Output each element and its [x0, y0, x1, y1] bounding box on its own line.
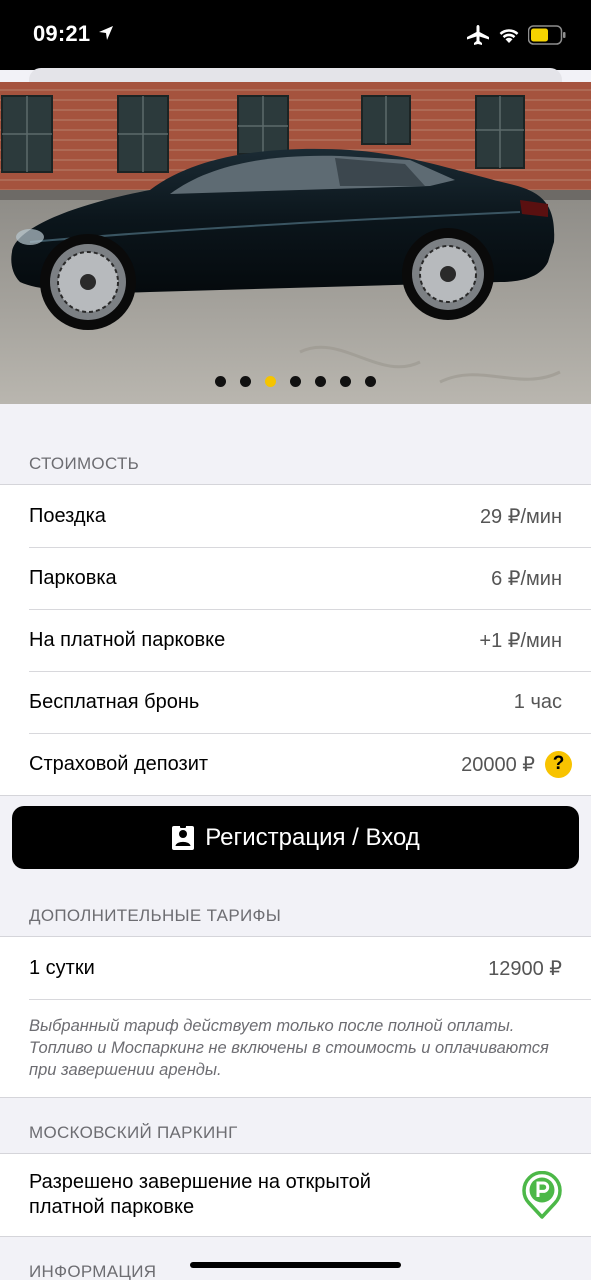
pricing-row-deposit: Страховой депозит 20000 ₽ ? — [0, 733, 591, 795]
gallery-page-indicator[interactable] — [0, 376, 591, 390]
page-dot[interactable] — [290, 376, 301, 387]
pricing-row-free-booking: Бесплатная бронь 1 час — [0, 671, 591, 733]
row-value: 29 ₽/мин — [479, 505, 562, 528]
page-dot[interactable] — [215, 376, 226, 387]
pricing-row-paid-parking: На платной парковке +1 ₽/мин — [0, 609, 591, 671]
page-dot[interactable] — [240, 376, 251, 387]
section-header-extra-tariffs: ДОПОЛНИТЕЛЬНЫЕ ТАРИФЫ — [29, 906, 282, 925]
row-value: 1 час — [513, 690, 562, 713]
airplane-icon — [467, 25, 489, 45]
section-header-pricing: СТОИМОСТЬ — [29, 454, 140, 473]
register-login-button[interactable]: Регистрация / Вход — [12, 806, 579, 869]
car-photo[interactable] — [0, 82, 591, 404]
tariff-note: Выбранный тариф действует только после п… — [29, 1017, 549, 1079]
row-value: 20000 ₽ — [461, 753, 535, 776]
moscow-parking-row: Разрешено завершение на открытой платной… — [0, 1154, 591, 1236]
tariff-row-1-day[interactable]: 1 сутки 12900 ₽ — [0, 937, 591, 999]
car-photo-image — [0, 82, 591, 404]
row-label: На платной парковке — [29, 628, 226, 651]
register-login-label: Регистрация / Вход — [205, 823, 420, 851]
page-dot[interactable] — [315, 376, 326, 387]
row-label: Бесплатная бронь — [29, 690, 200, 713]
help-icon[interactable]: ? — [545, 750, 572, 778]
status-time: 09:21 — [33, 21, 91, 46]
wifi-icon — [499, 29, 519, 43]
row-label: Страховой депозит — [29, 752, 209, 775]
pricing-list: Поездка 29 ₽/мин Парковка 6 ₽/мин На пла… — [0, 484, 591, 796]
status-bar: 09:21 — [0, 0, 591, 70]
section-header-moscow-parking: МОСКОВСКИЙ ПАРКИНГ — [29, 1123, 238, 1142]
moscow-parking-list: Разрешено завершение на открытой платной… — [0, 1153, 591, 1237]
row-value: 12900 ₽ — [488, 957, 562, 980]
extra-tariffs-list: 1 сутки 12900 ₽ Выбранный тариф действуе… — [0, 936, 591, 1098]
battery-icon — [528, 25, 566, 45]
home-indicator[interactable] — [190, 1262, 401, 1268]
row-label: 1 сутки — [29, 956, 95, 979]
moscow-parking-label: Разрешено завершение на открытой платной… — [29, 1171, 371, 1218]
location-arrow-icon — [99, 26, 113, 40]
parking-pin-icon — [522, 1171, 562, 1219]
user-badge-icon — [172, 824, 195, 850]
row-value: 6 ₽/мин — [491, 567, 562, 590]
section-header-info: ИНФОРМАЦИЯ — [29, 1262, 157, 1280]
row-value: +1 ₽/мин — [479, 629, 562, 652]
page-dot-active[interactable] — [265, 376, 276, 387]
pricing-row-trip: Поездка 29 ₽/мин — [0, 485, 591, 547]
pricing-row-parking: Парковка 6 ₽/мин — [0, 547, 591, 609]
page-dot[interactable] — [365, 376, 376, 387]
row-label: Поездка — [29, 504, 106, 527]
row-label: Парковка — [29, 566, 117, 589]
page-dot[interactable] — [340, 376, 351, 387]
